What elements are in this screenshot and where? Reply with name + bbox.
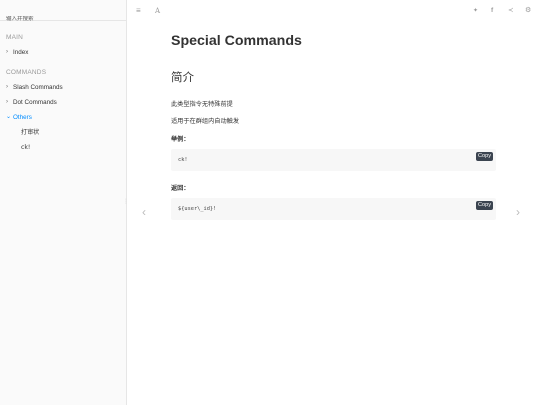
copy-button[interactable]: Copy	[475, 201, 493, 210]
sidebar-item-label: Slash Commands	[13, 84, 63, 91]
description-line-2: 适用于在群组内自动触发	[171, 118, 240, 125]
chevron-right-icon: ›	[6, 99, 8, 105]
code-text: ck!	[178, 157, 188, 163]
description-line-1: 此类型指令无特殊前提	[171, 101, 233, 108]
sidebar-item-others[interactable]: ⌄ Others	[0, 110, 127, 125]
sidebar-item-label: Dot Commands	[13, 99, 57, 106]
page-title: Special Commands	[171, 33, 302, 49]
font-icon[interactable]: A	[155, 6, 160, 16]
code-text: ${user\_id}!	[178, 206, 217, 212]
search-input[interactable]	[6, 16, 120, 22]
sidebar-item-dot-commands[interactable]: › Dot Commands	[0, 95, 127, 110]
sidebar-resize-handle[interactable]: ⋮	[123, 198, 129, 206]
sidebar-subitem-ck[interactable]: ck!	[0, 140, 127, 155]
chevron-down-icon: ⌄	[6, 114, 12, 120]
facebook-icon[interactable]: f	[491, 6, 493, 16]
search-box	[0, 0, 126, 22]
sidebar: MAIN › Index COMMANDS › Slash Commands ›…	[0, 0, 127, 405]
header: ≡ A ✦ f ≺ ⚙	[128, 0, 540, 22]
sidebar-item-slash-commands[interactable]: › Slash Commands	[0, 80, 127, 95]
return-label: 返回：	[171, 185, 190, 192]
chevron-right-icon: ›	[6, 49, 8, 55]
section-heading: 简介	[171, 70, 194, 84]
sidebar-subitem-1[interactable]: 打审状	[0, 125, 127, 140]
menu-icon[interactable]: ≡	[136, 6, 141, 16]
code-block-return: ${user\_id}! Copy	[171, 198, 496, 220]
share-icon[interactable]: ≺	[508, 6, 513, 16]
sidebar-item-label: Index	[13, 49, 29, 56]
chevron-right-icon: ›	[6, 84, 8, 90]
sidebar-item-index[interactable]: › Index	[0, 45, 127, 60]
section-title-main: MAIN	[6, 34, 24, 41]
next-page-icon[interactable]: ›	[516, 205, 520, 219]
copy-button[interactable]: Copy	[475, 152, 493, 161]
settings-icon[interactable]: ⚙	[525, 6, 531, 16]
code-block-example: ck! Copy	[171, 149, 496, 171]
twitter-icon[interactable]: ✦	[473, 6, 478, 16]
sidebar-item-label: Others	[13, 114, 32, 121]
prev-page-icon[interactable]: ‹	[142, 205, 146, 219]
example-label: 举例：	[171, 136, 190, 143]
section-title-commands: COMMANDS	[6, 69, 47, 76]
